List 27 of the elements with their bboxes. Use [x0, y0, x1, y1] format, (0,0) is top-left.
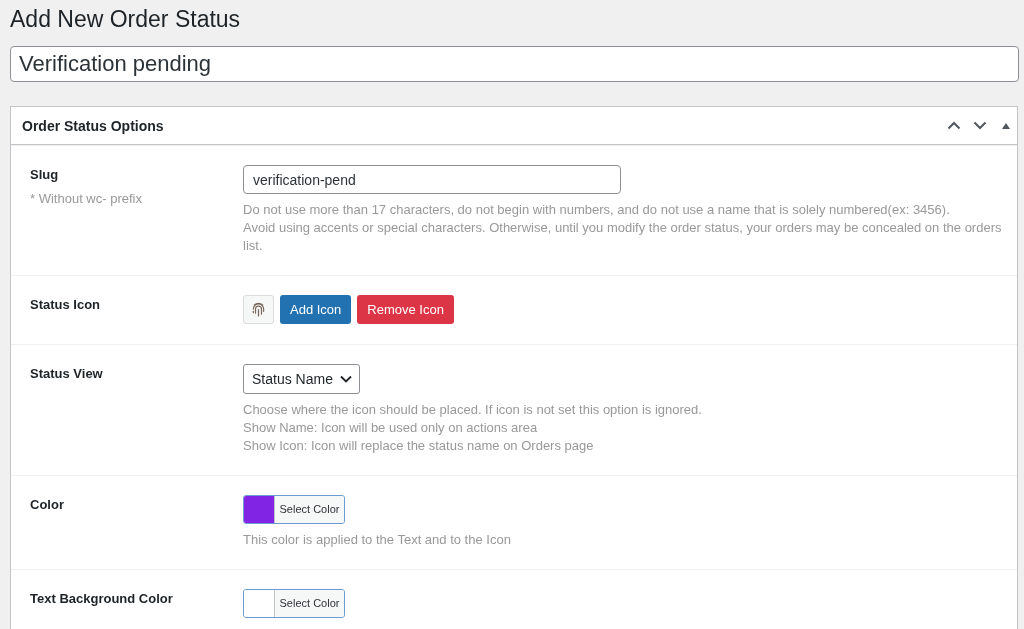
remove-icon-button[interactable]: Remove Icon [357, 295, 454, 324]
add-icon-button[interactable]: Add Icon [280, 295, 352, 324]
panel-title: Order Status Options [22, 116, 164, 136]
field-label: Slug [30, 166, 59, 184]
field-label: Text Background Color [30, 590, 173, 608]
fingerprint-icon [252, 302, 265, 317]
field-hint: * Without wc- prefix [30, 190, 142, 208]
field-description: Avoid using accents or special characters. Otherwise, until you modify the order status, your orders may be concealed on the orders list. [243, 219, 1003, 255]
chevron-down-icon[interactable] [973, 121, 987, 130]
field-label: Status Icon [30, 296, 101, 314]
field-description: Do not use more than 17 characters, do not begin with numbers, and do not use a name that is solely numbered(ex: 3456). [243, 201, 950, 219]
chevron-up-icon[interactable] [947, 121, 961, 130]
color-picker-button[interactable]: Select Color [243, 589, 345, 618]
color-picker-button[interactable]: Select Color [243, 495, 345, 524]
triangle-icon[interactable] [1002, 122, 1010, 129]
title-field[interactable]: Verification pending [10, 46, 1019, 82]
page-title: Add New Order Status [10, 5, 241, 34]
status-view-select[interactable]: Status Name [243, 364, 360, 394]
field-description: Show Icon: Icon will replace the status name on Orders page [243, 437, 594, 455]
chevron-down-icon [339, 375, 352, 383]
field-description: This color is applied to the Text and to the Icon [243, 531, 511, 549]
field-label: Color [30, 496, 64, 514]
field-label: Status View [30, 365, 103, 383]
slug-field[interactable]: verification-pend [243, 165, 621, 194]
field-description: Show Name: Icon will be used only on actions area [243, 419, 538, 437]
field-description: Choose where the icon should be placed. If icon is not set this option is ignored. [243, 401, 702, 419]
icon-preview-button[interactable] [243, 295, 274, 324]
